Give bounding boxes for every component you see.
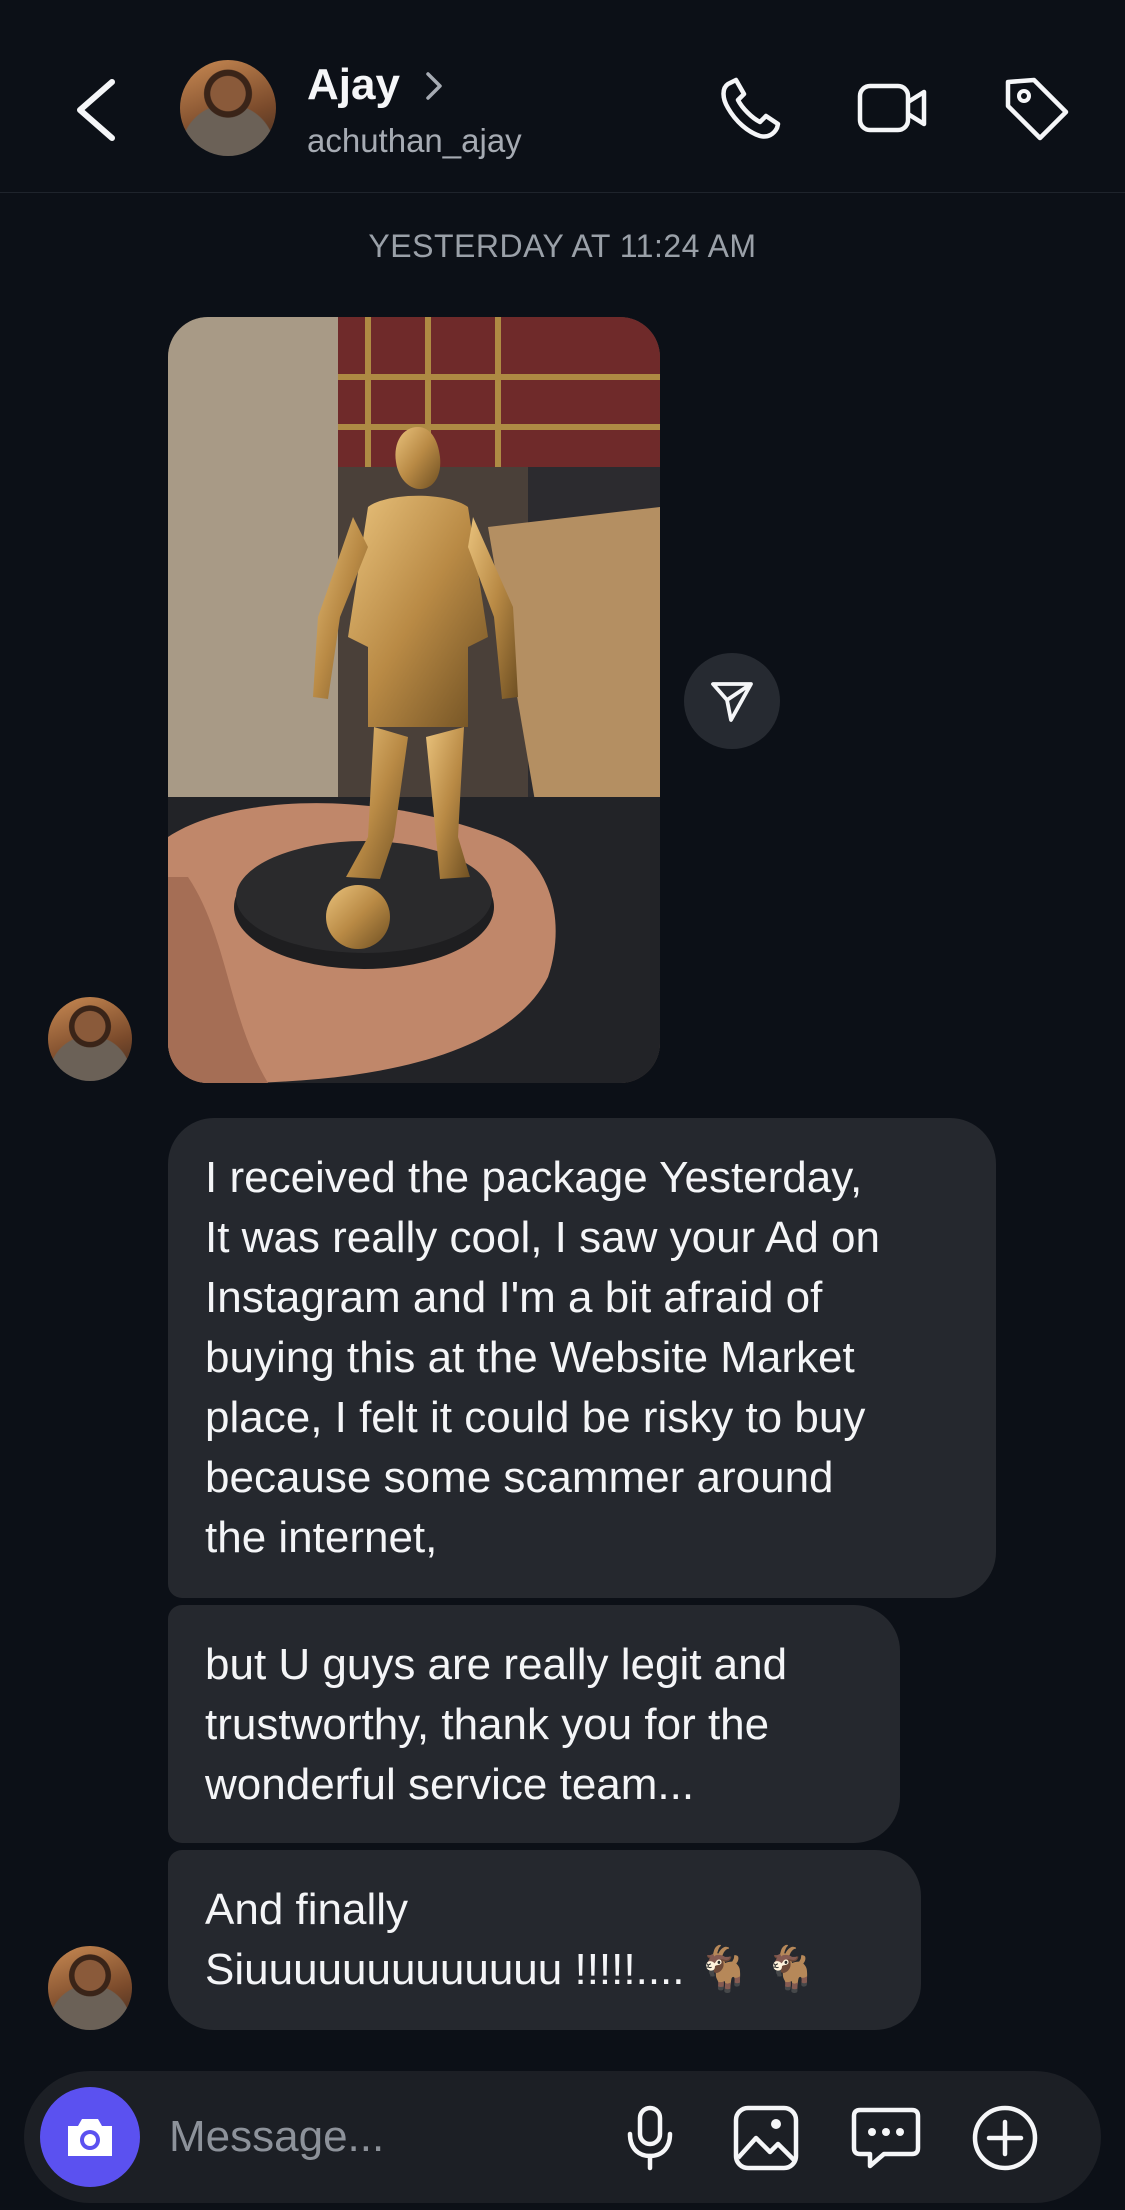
- chevron-right-icon[interactable]: [422, 68, 446, 104]
- send-icon: [711, 682, 753, 722]
- statue-photo: [168, 317, 660, 1083]
- sender-avatar[interactable]: [48, 997, 132, 1081]
- message-bubble[interactable]: And finally Siuuuuuuuuuuuuu !!!!!.... 🐐 …: [168, 1850, 921, 2030]
- sticker-chat-icon[interactable]: [850, 2102, 922, 2174]
- thread-header: Ajay achuthan_ajay: [0, 0, 1125, 193]
- tag-icon[interactable]: [1000, 72, 1072, 144]
- gallery-icon[interactable]: [730, 2102, 802, 2174]
- dm-thread-screen: Ajay achuthan_ajay YESTERDAY AT 11:24 AM: [0, 0, 1125, 2210]
- share-button[interactable]: [684, 653, 780, 749]
- message-composer: [24, 2071, 1101, 2203]
- message-bubble[interactable]: I received the package Yesterday, It was…: [168, 1118, 996, 1598]
- sender-avatar[interactable]: [48, 1946, 132, 2030]
- message-timestamp: YESTERDAY AT 11:24 AM: [368, 228, 757, 264]
- contact-name[interactable]: Ajay: [307, 60, 400, 110]
- message-input[interactable]: [169, 2105, 599, 2169]
- phone-icon[interactable]: [714, 72, 786, 144]
- message-bubble[interactable]: but U guys are really legit and trustwor…: [168, 1605, 900, 1843]
- back-button[interactable]: [60, 68, 130, 148]
- image-message[interactable]: [168, 317, 660, 1083]
- contact-username[interactable]: achuthan_ajay: [307, 122, 522, 160]
- camera-icon: [68, 2119, 112, 2156]
- back-icon: [77, 79, 115, 141]
- microphone-icon[interactable]: [614, 2102, 686, 2174]
- video-camera-icon[interactable]: [856, 72, 928, 144]
- camera-button[interactable]: [40, 2087, 140, 2187]
- avatar[interactable]: [180, 60, 276, 156]
- plus-icon[interactable]: [969, 2102, 1041, 2174]
